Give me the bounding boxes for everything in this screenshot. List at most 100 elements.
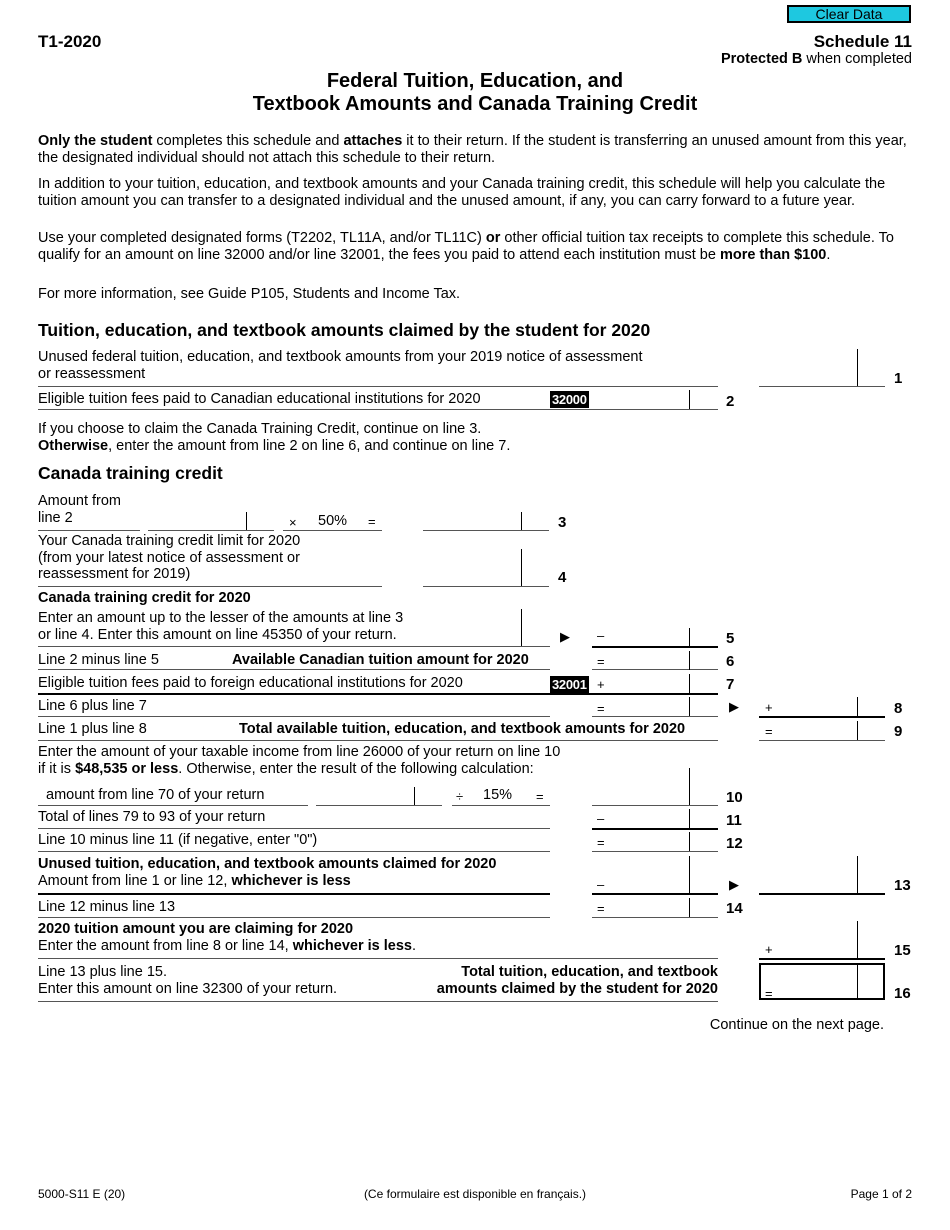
- line-9-rule: [759, 740, 885, 741]
- line-13-label-rule: [38, 893, 550, 895]
- line-3-label-rule: [38, 530, 140, 531]
- protected-b: Protected B: [720, 51, 803, 67]
- intro-paragraph-3: Use your completed designated forms (T22…: [38, 230, 918, 263]
- line-12-input[interactable]: [592, 832, 718, 851]
- line-13-input[interactable]: [759, 856, 885, 893]
- line-16-label: Line 13 plus line 15. Enter this amount …: [38, 964, 337, 997]
- training-credit-note: If you choose to claim the Canada Traini…: [38, 421, 510, 454]
- line-16-text-b: Enter this amount on line 32300 of your …: [38, 980, 338, 997]
- line-3-number: 3: [558, 514, 567, 531]
- line-15-input[interactable]: [759, 921, 885, 958]
- line-7-number: 7: [726, 676, 735, 693]
- line-5-input[interactable]: [592, 628, 718, 647]
- line-11-number: 11: [726, 812, 742, 829]
- line-13-bold: whichever is less: [231, 872, 351, 889]
- line-2-number: 2: [726, 393, 735, 410]
- intro-text: .: [826, 246, 831, 263]
- line-code-32000: 32000: [550, 391, 589, 408]
- line-10-input[interactable]: [592, 768, 718, 805]
- line-7-cents-divider: [689, 674, 690, 693]
- divide-sign: ÷: [456, 789, 464, 804]
- line-9-label: Line 1 plus line 8: [38, 721, 147, 737]
- line-4-text-c: reassessment for 2019): [38, 566, 191, 582]
- line-15-rule: [759, 958, 885, 960]
- line-4-text-a: Your Canada training credit limit for 20…: [38, 533, 301, 549]
- line-1-label: Unused federal tuition, education, and t…: [38, 349, 643, 382]
- line-3-text-b: line 2: [38, 509, 73, 526]
- line-4-cents-divider: [521, 549, 522, 586]
- line-13-label: Unused tuition, education, and textbook …: [38, 856, 496, 889]
- line-2-cents-divider: [689, 390, 690, 409]
- arrow-right-icon: ▶: [560, 629, 570, 644]
- line-16-input[interactable]: [759, 963, 885, 1000]
- line-14-rule: [592, 917, 718, 918]
- intro-text: Use your completed designated forms (T22…: [38, 230, 486, 246]
- arrow-right-icon: ▶: [729, 877, 739, 892]
- intro-bold: attaches: [343, 133, 403, 149]
- title-line-2: Textbook Amounts and Canada Training Cre…: [252, 93, 698, 115]
- line-10-cents-divider: [689, 768, 690, 805]
- line-11-rule: [592, 828, 718, 830]
- line-12-label-rule: [38, 851, 550, 852]
- line-5-heading: Canada training credit for 2020: [38, 590, 251, 606]
- line-10-number: 10: [726, 789, 743, 806]
- line-9-number: 9: [894, 723, 903, 740]
- line-15-bold: whichever is less: [292, 937, 412, 954]
- line-13-rule: [759, 893, 885, 895]
- clear-data-button[interactable]: Clear Data: [787, 5, 911, 23]
- line-5-number: 5: [726, 630, 735, 647]
- line-12-number: 12: [726, 835, 743, 852]
- line-8-subtotal[interactable]: [592, 697, 718, 716]
- line-5-label-rule: [38, 646, 550, 647]
- line-1-text-b: or reassessment: [38, 365, 146, 382]
- line-3-input[interactable]: [423, 512, 549, 530]
- line-15-cents-divider: [857, 921, 858, 958]
- line-10-text-c: . Otherwise, enter the result of the fol…: [178, 760, 534, 777]
- line-5-text-b: or line 4. Enter this amount on line 453…: [38, 626, 397, 643]
- line-3-amount-input[interactable]: [148, 512, 274, 530]
- line-4-input[interactable]: [423, 549, 549, 586]
- line-10-rule: [592, 805, 718, 806]
- line-8-input[interactable]: [759, 697, 885, 716]
- line-3-text-a: Amount from: [38, 493, 121, 509]
- line-4-label-rule: [38, 586, 382, 587]
- line-10-calc-input[interactable]: [316, 787, 442, 805]
- line-1-input[interactable]: [759, 349, 885, 386]
- line-14-input[interactable]: [592, 898, 718, 917]
- line-16-label-rule: [38, 1001, 718, 1002]
- line-1-text-a: Unused federal tuition, education, and t…: [38, 349, 643, 365]
- line-15-label-rule: [38, 958, 718, 959]
- line-15-period: .: [412, 937, 417, 954]
- section-heading-tuition: Tuition, education, and textbook amounts…: [38, 320, 651, 340]
- line-9-input[interactable]: [759, 720, 885, 740]
- line-16-cents-divider: [857, 964, 858, 1000]
- line-14-number: 14: [726, 900, 743, 917]
- line-10-text-a: Enter the amount of your taxable income …: [38, 744, 561, 760]
- line-code-32001: 32001: [550, 676, 589, 693]
- arrow-right-icon: ▶: [729, 699, 739, 714]
- note-rest: , enter the amount from line 2 on line 6…: [108, 437, 511, 454]
- line-3-rule: [423, 530, 549, 531]
- line-14-cents-divider: [689, 898, 690, 917]
- line-1-field-rule: [759, 386, 885, 387]
- line-13-subtotal[interactable]: [592, 856, 718, 893]
- protected-rest: when completed: [802, 51, 912, 67]
- line-2-label: Eligible tuition fees paid to Canadian e…: [38, 391, 481, 407]
- line-7-input[interactable]: [592, 674, 718, 693]
- intro-bold: more than $100: [719, 246, 827, 263]
- line-12-rule: [592, 851, 718, 852]
- line-10-calc-rule: [316, 805, 442, 806]
- title-line-1: Federal Tuition, Education, and: [326, 70, 624, 92]
- line-10-instructions: Enter the amount of your taxable income …: [38, 744, 560, 777]
- line-15-text: Enter the amount from line 8 or line 14,: [38, 937, 293, 954]
- line-6-cents-divider: [689, 651, 690, 670]
- line-2-input[interactable]: [592, 389, 718, 409]
- line-10-equals: =: [536, 789, 544, 804]
- line-5-rule: [592, 646, 718, 648]
- line-11-input[interactable]: [592, 809, 718, 828]
- line-6-input[interactable]: [592, 651, 718, 670]
- line-9-bold-label: Total available tuition, education, and …: [239, 721, 686, 737]
- footer-page-number: Page 1 of 2: [850, 1187, 912, 1201]
- line-10-text-b: if it is: [38, 760, 76, 777]
- intro-paragraph-1: Only the student completes this schedule…: [38, 133, 918, 166]
